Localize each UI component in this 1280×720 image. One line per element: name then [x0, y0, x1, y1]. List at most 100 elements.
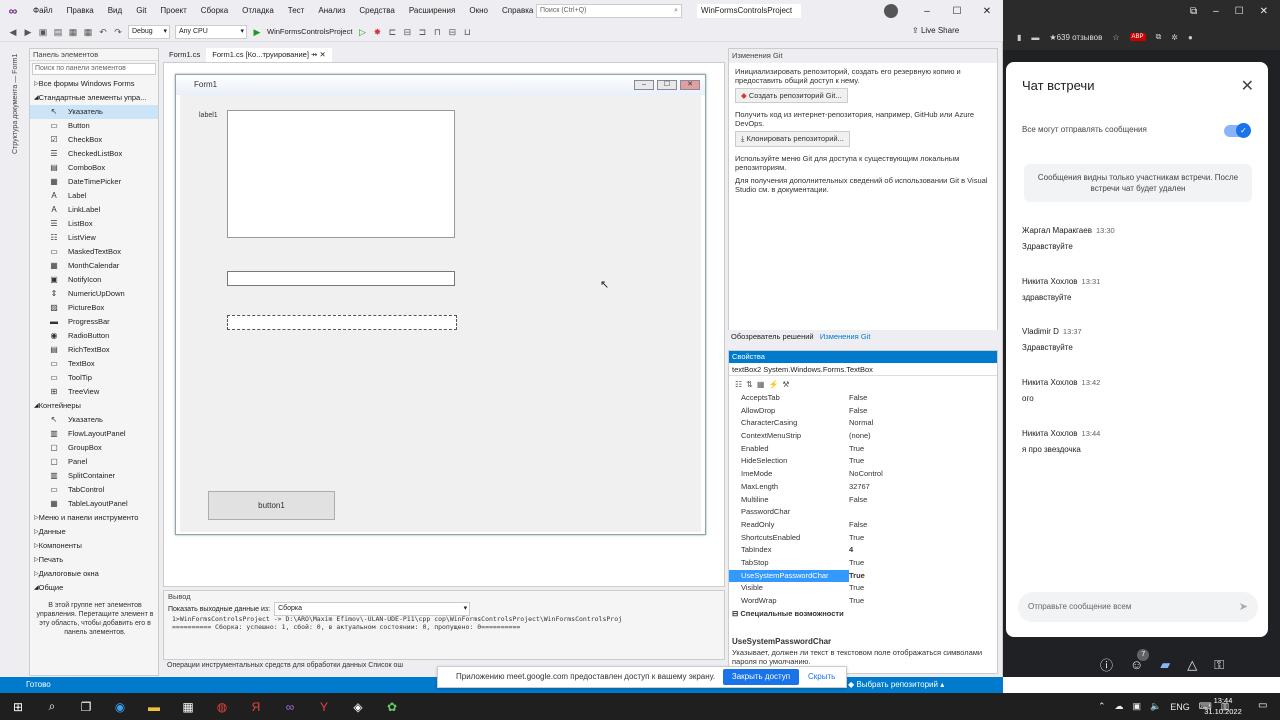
property-row[interactable]: ImeMode NoControl	[729, 468, 997, 481]
run-icon[interactable]: ▶	[252, 27, 262, 37]
toolbox-item[interactable]: A Label	[30, 189, 158, 203]
property-value[interactable]: True	[849, 455, 977, 468]
menu-item[interactable]: Правка	[60, 0, 101, 22]
notifications-icon[interactable]: ▭	[1258, 700, 1267, 711]
app-icon[interactable]: ✿	[382, 697, 402, 717]
toolbox-item[interactable]: ☑ CheckBox	[30, 133, 158, 147]
maximize-icon[interactable]: ☐	[942, 0, 972, 22]
toolbox-item[interactable]: ☰ CheckedListBox	[30, 147, 158, 161]
toolbox-item[interactable]: ▭ ToolTip	[30, 371, 158, 385]
toolbox-item[interactable]: ↖ Указатель	[30, 413, 158, 427]
file-explorer-icon[interactable]: ▬	[144, 697, 164, 717]
live-share-button[interactable]: ⇪ Live Share	[912, 26, 959, 35]
textbox2-selected[interactable]	[227, 315, 457, 330]
toolbox-item[interactable]: ⊞ TreeView	[30, 385, 158, 399]
maximize-icon[interactable]: ☐	[1235, 6, 1244, 17]
visual-studio-icon[interactable]: ∞	[280, 697, 300, 717]
property-value[interactable]: True	[849, 570, 977, 583]
toolbox-item[interactable]: ⇕ NumericUpDown	[30, 287, 158, 301]
extensions-icon[interactable]: ⧉	[1156, 32, 1162, 42]
minimize-icon[interactable]: –	[1213, 6, 1219, 17]
toolbox-item[interactable]: ▭ TabControl	[30, 483, 158, 497]
adblock-icon[interactable]: ABP	[1129, 33, 1146, 41]
property-row[interactable]: CharacterCasing Normal	[729, 417, 997, 430]
property-row[interactable]: HideSelection True	[729, 455, 997, 468]
yandex-browser-icon[interactable]: Y	[314, 697, 334, 717]
toolbox-group[interactable]: ▷ Меню и панели инструменто	[30, 511, 158, 525]
tab-form1-designer[interactable]: Form1.cs [Ко...труирование] ⇸ ✕	[206, 48, 332, 62]
tray-app-icon[interactable]: ☁	[1115, 701, 1124, 712]
events-icon[interactable]: ⚡	[768, 380, 778, 389]
chat-icon[interactable]: ▬	[1031, 33, 1039, 42]
restore-icon[interactable]: ⧉	[1190, 6, 1197, 17]
profile-icon[interactable]: ●	[1188, 33, 1193, 42]
listbox1[interactable]	[227, 110, 455, 238]
align-bottom-icon[interactable]: ⊔	[462, 27, 472, 37]
avatar[interactable]	[884, 4, 898, 18]
menu-item[interactable]: Тест	[281, 0, 312, 22]
property-row[interactable]: TabIndex 4	[729, 544, 997, 557]
toolbox-item[interactable]: ▤ RichTextBox	[30, 343, 158, 357]
properties-object-select[interactable]: textBox2 System.Windows.Forms.TextBox	[729, 363, 997, 376]
toolbox-group[interactable]: ▷ Диалоговые окна	[30, 567, 158, 581]
forward-icon[interactable]: ▶	[23, 27, 33, 37]
align-center-icon[interactable]: ⊟	[402, 27, 412, 37]
volume-icon[interactable]: 🔈	[1150, 701, 1161, 712]
toolbox-group[interactable]: ◢ Контейнеры	[30, 399, 158, 413]
activities-icon[interactable]: △	[1187, 657, 1197, 673]
pin-icon[interactable]: ⇸	[311, 50, 317, 59]
property-row[interactable]: ShortcutsEnabled True	[729, 532, 997, 545]
bookmark-reviews[interactable]: ★639 отзывов	[1049, 33, 1102, 42]
minimize-icon[interactable]: –	[912, 0, 942, 22]
property-value[interactable]: 4	[849, 544, 977, 557]
select-repository-button[interactable]: ◆ Выбрать репозиторий ▴	[848, 677, 944, 693]
taskbar-clock[interactable]: 13:44 31.10.2022	[1200, 695, 1246, 717]
property-pages-icon[interactable]: ⚒	[782, 380, 789, 389]
menu-item[interactable]: Окно	[462, 0, 495, 22]
button1[interactable]: button1	[208, 491, 335, 520]
tray-app-icon[interactable]: ▣	[1133, 701, 1142, 712]
undo-icon[interactable]: ↶	[98, 27, 108, 37]
properties-category[interactable]: ⊟ Специальные возможности	[729, 608, 997, 621]
menu-item[interactable]: Git	[129, 0, 153, 22]
menu-item[interactable]: Отладка	[235, 0, 281, 22]
document-outline-tab[interactable]: Структура документа — Form1	[12, 44, 24, 164]
redo-icon[interactable]: ↷	[113, 27, 123, 37]
toolbox-item[interactable]: ◉ RadioButton	[30, 329, 158, 343]
toolbox-group[interactable]: ▷ Печать	[30, 553, 158, 567]
run-target[interactable]: WinFormsControlsProject	[267, 27, 352, 36]
toolbox-item[interactable]: ☰ ListBox	[30, 217, 158, 231]
categorized-icon[interactable]: ☷	[735, 380, 742, 389]
back-icon[interactable]: ◀	[8, 27, 18, 37]
toolbox-group[interactable]: ◢ Стандартные элементы упра...	[30, 91, 158, 105]
property-value[interactable]: True	[849, 532, 977, 545]
label1[interactable]: label1	[199, 112, 218, 119]
toolbox-item[interactable]: ▦ MonthCalendar	[30, 259, 158, 273]
property-row[interactable]: ReadOnly False	[729, 519, 997, 532]
save-all-icon[interactable]: ▦	[83, 27, 93, 37]
platform-select[interactable]: Any CPU	[175, 24, 247, 39]
property-value[interactable]: False	[849, 494, 977, 507]
toolbox-item[interactable]: ▣ NotifyIcon	[30, 273, 158, 287]
toolbox-item[interactable]: A LinkLabel	[30, 203, 158, 217]
toolbox-item[interactable]: ▢ GroupBox	[30, 441, 158, 455]
hide-notice-button[interactable]: Скрыть	[808, 667, 835, 687]
textbox1[interactable]	[227, 271, 455, 286]
close-icon[interactable]: ✕	[1260, 6, 1268, 17]
chat-input[interactable]: Отправьте сообщение всем ➤	[1018, 592, 1258, 622]
open-icon[interactable]: ▤	[53, 27, 63, 37]
windows-start-icon[interactable]: ⊞	[8, 697, 28, 717]
toolbox-group[interactable]: ▷ Все формы Windows Forms	[30, 77, 158, 91]
toolbox-item[interactable]: ↖ Указатель	[30, 105, 158, 119]
language-indicator[interactable]: ENG	[1170, 702, 1190, 712]
align-top-icon[interactable]: ⊓	[432, 27, 442, 37]
properties-icon[interactable]: ▦	[757, 380, 765, 389]
tray-arrow-icon[interactable]: ⌃	[1098, 701, 1106, 712]
send-icon[interactable]: ➤	[1239, 592, 1248, 622]
property-row[interactable]: PasswordChar	[729, 506, 997, 519]
bookmark-star-icon[interactable]: ☆	[1112, 33, 1119, 42]
property-row[interactable]: TabStop True	[729, 557, 997, 570]
store-icon[interactable]: ▦	[178, 697, 198, 717]
task-view-icon[interactable]: ❐	[76, 697, 96, 717]
unity-icon[interactable]: ◈	[348, 697, 368, 717]
